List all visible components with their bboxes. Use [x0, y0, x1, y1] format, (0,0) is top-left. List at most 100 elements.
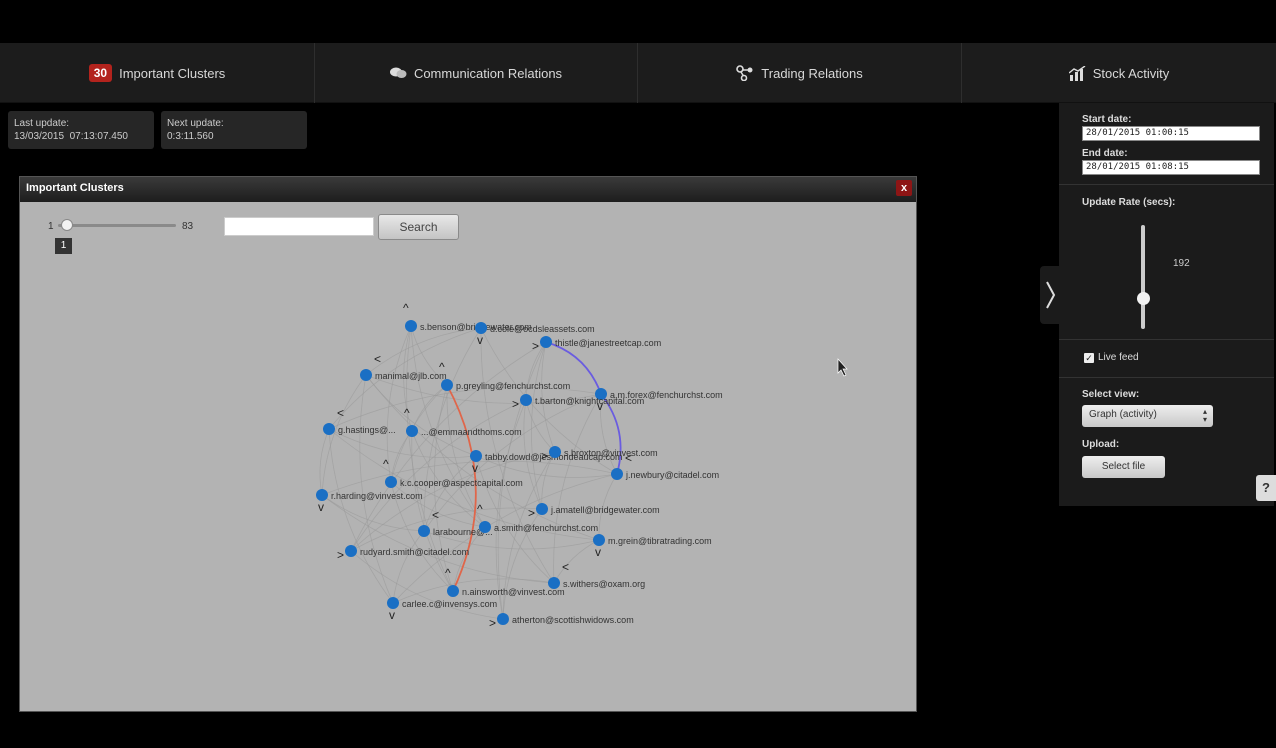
important-clusters-window: Important Clusters x 1 83 1 Search ^ v > < ^… — [19, 176, 917, 712]
node-label: g.hastings@... — [338, 425, 396, 435]
view-select[interactable]: Graph (activity) ▴ ▾ — [1082, 405, 1213, 427]
close-icon[interactable]: x — [896, 180, 912, 196]
graph-node[interactable] — [447, 585, 459, 597]
graph-node[interactable] — [479, 521, 491, 533]
graph-node[interactable] — [593, 534, 605, 546]
graph-edge — [328, 386, 602, 430]
next-update-box: Next update: 0:3:11.560 — [161, 111, 307, 149]
mouse-cursor-icon — [837, 358, 848, 377]
last-update-box: Last update: 13/03/2015 07:13:07.450 — [8, 111, 154, 149]
graph-node[interactable] — [323, 423, 335, 435]
view-select-value: Graph (activity) — [1089, 409, 1157, 420]
graph-node[interactable] — [520, 394, 532, 406]
edge-arrow: < — [374, 352, 381, 366]
highlighted-edge — [600, 393, 622, 475]
graph-edge — [525, 399, 556, 453]
divider — [1059, 339, 1274, 340]
edge-arrow: v — [389, 608, 395, 622]
next-update-label: Next update: — [167, 118, 224, 129]
node-label: s.broxton@vinvest.com — [564, 448, 658, 458]
tab-label: Trading Relations — [761, 65, 863, 81]
select-arrows-icon: ▴ ▾ — [1202, 407, 1207, 424]
edge-arrow: v — [477, 333, 483, 347]
node-label: ...@emmaandthoms.com — [421, 427, 522, 437]
node-label: p.greyling@fenchurchst.com — [456, 381, 570, 391]
edge-arrow: < — [562, 560, 569, 574]
live-feed-checkbox[interactable]: ✓ — [1084, 353, 1094, 363]
tab-trading-relations[interactable]: Trading Relations — [638, 43, 962, 103]
edge-arrow: v — [595, 545, 601, 559]
edge-arrow: v — [472, 461, 478, 475]
graph-node[interactable] — [385, 476, 397, 488]
node-label: rudyard.smith@citadel.com — [360, 547, 469, 557]
panel-toggle[interactable] — [1040, 266, 1060, 324]
chat-bubbles-icon — [389, 67, 407, 79]
update-rate-slider-handle[interactable] — [1137, 291, 1150, 305]
graph-node[interactable] — [441, 379, 453, 391]
graph-node[interactable] — [497, 613, 509, 625]
update-rate-slider-track[interactable] — [1141, 225, 1145, 329]
edge-arrow: > — [512, 397, 519, 411]
graph-node[interactable] — [405, 320, 417, 332]
graph-edge — [531, 341, 547, 510]
top-nav: 30 Important Clusters Communication Rela… — [0, 43, 1276, 103]
graph-node[interactable] — [418, 525, 430, 537]
highlighted-edge — [446, 384, 477, 592]
graph-edge — [553, 539, 600, 584]
graph-node[interactable] — [316, 489, 328, 501]
graph-edge — [328, 428, 394, 604]
tab-communication-relations[interactable]: Communication Relations — [315, 43, 638, 103]
graph-node[interactable] — [611, 468, 623, 480]
help-button[interactable]: ? — [1256, 475, 1276, 501]
graph-edge — [319, 428, 330, 496]
graph-edge — [359, 374, 394, 604]
node-label: m.grein@tibratrading.com — [608, 536, 712, 546]
select-file-button[interactable]: Select file — [1082, 456, 1165, 478]
live-feed-label: Live feed — [1098, 352, 1139, 363]
graph-node[interactable] — [406, 425, 418, 437]
graph-node[interactable] — [540, 336, 552, 348]
node-label: j.amatell@bridgewater.com — [550, 505, 660, 515]
select-view-label: Select view: — [1082, 389, 1140, 400]
edge-arrow: ^ — [403, 301, 409, 315]
last-update-value: 13/03/2015 07:13:07.450 — [14, 131, 128, 142]
network-nodes-icon — [736, 65, 754, 81]
next-update-value: 0:3:11.560 — [167, 131, 214, 142]
window-title: Important Clusters — [26, 182, 124, 194]
last-update-label: Last update: — [14, 118, 70, 129]
node-label: carlee.c@invensys.com — [402, 599, 497, 609]
chart-icon — [1068, 65, 1086, 81]
graph-node[interactable] — [387, 597, 399, 609]
graph-edge — [321, 374, 367, 496]
update-rate-value: 192 — [1173, 258, 1190, 269]
graph-node[interactable] — [470, 450, 482, 462]
chevron-right-icon — [1046, 281, 1056, 309]
node-label: j.newbury@citadel.com — [625, 470, 719, 480]
edge-arrow: < — [337, 406, 344, 420]
graph-node[interactable] — [549, 446, 561, 458]
node-label: atherton@scottishwidows.com — [512, 615, 634, 625]
edge-arrow: ^ — [477, 502, 483, 516]
tab-important-clusters[interactable]: 30 Important Clusters — [0, 43, 315, 103]
edge-arrow: > — [337, 548, 344, 562]
graph-node[interactable] — [360, 369, 372, 381]
start-date-field[interactable]: 28/01/2015 01:00:15 — [1082, 126, 1260, 141]
node-label: thistle@janestreetcap.com — [555, 338, 661, 348]
node-label: s.withers@oxam.org — [563, 579, 645, 589]
end-date-label: End date: — [1082, 148, 1128, 159]
node-label: k.c.cooper@aspectcapital.com — [400, 478, 523, 488]
window-titlebar[interactable]: Important Clusters x — [20, 177, 916, 202]
end-date-field[interactable]: 28/01/2015 01:08:15 — [1082, 160, 1260, 175]
cluster-graph[interactable]: ^v><^v><^v><^v><^v><^v>s.benson@bridgewa… — [20, 202, 918, 712]
edge-arrow: ^ — [383, 457, 389, 471]
node-label: d.cole@ocdsleassets.com — [490, 324, 595, 334]
edge-arrow: ^ — [445, 566, 451, 580]
tab-label: Stock Activity — [1092, 65, 1170, 81]
graph-node[interactable] — [345, 545, 357, 557]
edge-arrow: ^ — [404, 406, 410, 420]
graph-node[interactable] — [536, 503, 548, 515]
edge-arrow: > — [528, 506, 535, 520]
tab-stock-activity[interactable]: Stock Activity — [962, 43, 1276, 103]
node-label: r.harding@vinvest.com — [331, 491, 423, 501]
graph-node[interactable] — [475, 322, 487, 334]
